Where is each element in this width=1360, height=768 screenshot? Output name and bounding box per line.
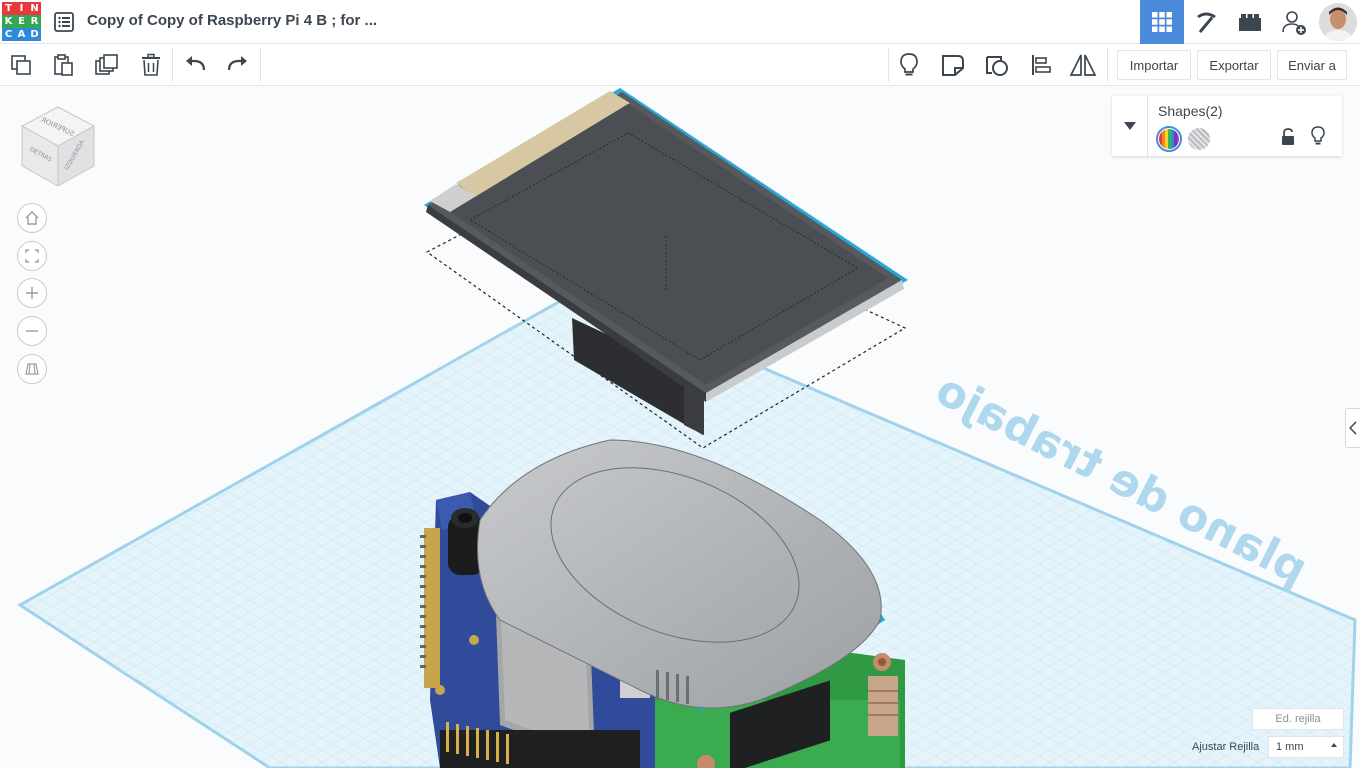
mirror-button[interactable] [1067, 50, 1099, 80]
fit-view-icon [25, 249, 39, 263]
import-button[interactable]: Importar [1117, 50, 1191, 80]
shapes-inspector: Shapes(2) [1112, 96, 1342, 156]
grid-view-icon [1152, 12, 1172, 32]
home-view-button[interactable] [17, 203, 47, 233]
zoom-in-icon [26, 287, 38, 299]
align-button[interactable] [1025, 50, 1057, 80]
scene-render: plano de trabajo [17, 88, 1357, 768]
bricks-mode-button[interactable] [1228, 0, 1272, 44]
blocks-mode-button[interactable] [1184, 0, 1228, 44]
inspector-title: Shapes(2) [1158, 103, 1223, 119]
bricks-icon [1239, 14, 1261, 31]
mode-switcher [1140, 0, 1360, 44]
edit-toolbar: Importar Exportar Enviar a [0, 44, 1360, 86]
toolbar-divider [888, 48, 889, 82]
chevron-left-icon [1349, 421, 1357, 435]
workplane-icon [986, 56, 1008, 76]
logo-letter: A [15, 28, 28, 41]
lock-button[interactable] [1280, 128, 1296, 146]
perspective-icon [25, 363, 39, 375]
3d-design-mode-button[interactable] [1140, 0, 1184, 44]
delete-button[interactable] [135, 50, 167, 80]
zoom-in-button[interactable] [17, 278, 47, 308]
snap-grid-label: Ajustar Rejilla [1192, 741, 1260, 753]
toolbar-divider [172, 48, 173, 82]
paste-button[interactable] [47, 50, 79, 80]
copy-button[interactable] [5, 50, 37, 80]
send-to-button[interactable]: Enviar a [1277, 50, 1347, 80]
hole-button[interactable] [1188, 128, 1210, 150]
undo-button[interactable] [180, 50, 212, 80]
pickaxe-icon [1197, 12, 1216, 33]
user-avatar[interactable] [1316, 0, 1360, 44]
lightbulb-icon [900, 53, 918, 76]
logo-letter: K [2, 15, 15, 28]
visibility-button[interactable] [1310, 126, 1326, 146]
view-cube[interactable]: SUPERIOR DETRÁS IZQUIERDA [18, 104, 98, 187]
list-icon [54, 12, 74, 32]
lightbulb-icon [1311, 126, 1325, 145]
unlock-icon [1282, 128, 1294, 145]
redo-icon [227, 56, 247, 71]
tinkercad-editor: TINKERCAD Copy of Copy of Raspberry Pi 4… [0, 0, 1360, 768]
align-icon [1032, 55, 1051, 75]
paste-icon [54, 54, 73, 76]
zoom-out-button[interactable] [17, 316, 47, 346]
undo-icon [186, 56, 206, 71]
logo-letter: C [2, 28, 15, 41]
workplane-button[interactable] [981, 50, 1013, 80]
notes-button[interactable] [937, 50, 969, 80]
toolbar-divider [260, 48, 261, 82]
perspective-toggle-button[interactable] [17, 354, 47, 384]
view-cube-icon: SUPERIOR DETRÁS IZQUIERDA [20, 106, 96, 187]
copy-icon [11, 55, 31, 75]
toolbar-divider [1107, 48, 1108, 82]
logo-letter: R [28, 15, 41, 28]
add-user-icon [1282, 11, 1306, 35]
open-shapes-library-button[interactable] [1345, 408, 1360, 448]
logo-letter: N [28, 2, 41, 15]
home-icon [25, 211, 39, 225]
snap-grid-value: 1 mm [1276, 741, 1304, 753]
chevron-down-icon [1123, 122, 1136, 130]
invite-user-button[interactable] [1272, 0, 1316, 44]
edit-grid-button[interactable]: Ed. rejilla [1252, 708, 1344, 730]
top-header: TINKERCAD Copy of Copy of Raspberry Pi 4… [0, 0, 1360, 44]
solid-color-button[interactable] [1156, 126, 1182, 152]
duplicate-icon [95, 54, 118, 75]
delete-icon [142, 53, 160, 76]
note-icon [942, 55, 964, 76]
duplicate-button[interactable] [91, 50, 123, 80]
export-button[interactable]: Exportar [1197, 50, 1271, 80]
avatar-image [1319, 3, 1357, 41]
zoom-out-icon [26, 330, 38, 332]
chevron-up-icon [1331, 743, 1337, 747]
logo-letter: D [28, 28, 41, 41]
mirror-icon [1069, 54, 1097, 76]
fit-view-button[interactable] [17, 241, 47, 271]
logo-letter: I [15, 2, 28, 15]
logo-letter: E [15, 15, 28, 28]
collapse-inspector-button[interactable] [1112, 96, 1148, 156]
3d-viewport[interactable]: plano de trabajo SUPERIOR DETRÁS IZQUIER… [0, 86, 1360, 768]
logo-letter: T [2, 2, 15, 15]
tinkercad-logo[interactable]: TINKERCAD [2, 2, 42, 42]
show-all-button[interactable] [893, 50, 925, 80]
redo-button[interactable] [221, 50, 253, 80]
rainbow-solid-icon [1159, 129, 1179, 149]
design-menu-button[interactable] [52, 10, 76, 34]
design-title[interactable]: Copy of Copy of Raspberry Pi 4 B ; for .… [87, 12, 377, 29]
snap-grid-select[interactable]: 1 mm [1268, 736, 1344, 758]
